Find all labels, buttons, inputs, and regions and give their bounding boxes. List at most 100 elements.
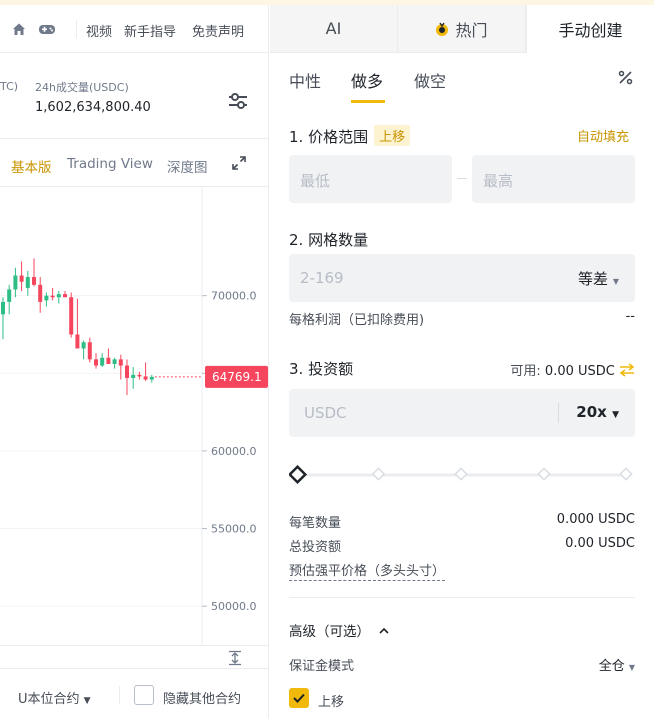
- candle-body: [118, 359, 123, 366]
- leverage-select[interactable]: 20x ▼: [576, 403, 619, 421]
- investment-title: 3. 投资额: [289, 360, 354, 378]
- market-stats: TC) 24h成交量(USDC) 1,602,634,800.40: [0, 53, 269, 139]
- total-investment-value: 0.00 USDC: [565, 536, 635, 551]
- leverage-separator: [558, 403, 559, 423]
- candle-body: [44, 295, 49, 301]
- view-depth[interactable]: 深度图: [167, 156, 208, 176]
- chart-view-tabs: 基本版 Trading View 深度图: [0, 139, 269, 187]
- caret-down-icon: ▼: [612, 410, 619, 420]
- price-tick-label: 55000.0: [211, 523, 257, 536]
- price-range-title: 1. 价格范围 上移: [289, 125, 411, 147]
- advanced-title: 高级（可选）: [289, 624, 370, 640]
- slider-step-100[interactable]: [619, 467, 633, 481]
- tab-hot-label: 热门: [455, 20, 488, 40]
- advanced-toggle[interactable]: 高级（可选）: [289, 620, 390, 640]
- candle-body: [1, 301, 5, 315]
- mode-neutral[interactable]: 中性: [289, 68, 321, 92]
- candle-body: [38, 284, 43, 302]
- candle-body: [143, 376, 148, 380]
- slider-handle[interactable]: [289, 465, 308, 485]
- grid-bot-panel: AI 热门 手动创建 中性 做多 做空 1. 价格范围 上移 自动填充 最低 最高…: [270, 5, 654, 718]
- hide-others-checkbox[interactable]: [134, 685, 154, 705]
- mode-short[interactable]: 做空: [414, 68, 446, 92]
- grid-count-placeholder: 2-169: [300, 269, 344, 287]
- bottom-bar: U本位合约 ▼ 隐藏其他合约: [0, 669, 269, 718]
- stat-label-fragment: TC): [0, 80, 19, 93]
- candle-body: [81, 342, 86, 349]
- candle-body: [63, 294, 67, 298]
- expand-icon[interactable]: [232, 156, 246, 170]
- candle-body: [106, 357, 111, 364]
- margin-mode-label: 保证金模式: [289, 659, 355, 674]
- candle-body: [7, 289, 12, 302]
- slider-step-25[interactable]: [371, 467, 386, 481]
- percent-icon[interactable]: [617, 69, 634, 86]
- price-max-input[interactable]: 最高: [472, 155, 635, 203]
- candle-body: [112, 359, 117, 364]
- current-price-label: 64769.1: [212, 370, 262, 384]
- price-min-input[interactable]: 最低: [289, 155, 452, 203]
- nav-video[interactable]: 视频: [86, 21, 112, 40]
- profit-per-grid-value: --: [625, 309, 635, 324]
- left-panel: 视频 新手指导 免责声明 TC) 24h成交量(USDC) 1,602,634,…: [0, 5, 269, 718]
- candlestick-chart[interactable]: 70000.065000.060000.055000.050000.064769…: [0, 187, 269, 645]
- tab-manual[interactable]: 手动创建: [526, 5, 654, 53]
- tab-hot[interactable]: 热门: [398, 5, 526, 53]
- hide-others-label: 隐藏其他合约: [163, 692, 242, 707]
- chevron-up-icon: [379, 627, 389, 634]
- margin-mode-select[interactable]: 全仓 ▼: [599, 655, 635, 674]
- investment-placeholder: USDC: [304, 404, 347, 422]
- candle-body: [69, 297, 74, 335]
- grid-count-title: 2. 网格数量: [289, 231, 369, 249]
- strategy-tabs: AI 热门 手动创建: [270, 5, 654, 53]
- caret-down-icon: ▼: [628, 663, 635, 672]
- investment-slider[interactable]: [289, 465, 635, 485]
- investment-input[interactable]: USDC 20x ▼: [289, 389, 635, 437]
- candle-body: [19, 275, 24, 282]
- candle-body: [75, 334, 80, 349]
- available-label: 可用:: [510, 364, 541, 379]
- profit-per-grid-label: 每格利润（已扣除费用): [289, 313, 425, 328]
- grid-mode-select[interactable]: 等差 ▼: [578, 268, 619, 289]
- grid-count-input[interactable]: 2-169 等差 ▼: [289, 254, 635, 302]
- contract-type-select[interactable]: U本位合约 ▼: [18, 688, 91, 707]
- active-mode-indicator: [351, 100, 385, 103]
- hot-badge-icon: [436, 22, 449, 36]
- home-icon[interactable]: [11, 21, 27, 37]
- caret-down-icon: ▼: [612, 277, 619, 286]
- candle-body: [149, 376, 154, 380]
- qty-per-order-value: 0.000 USDC: [556, 512, 635, 527]
- mode-long[interactable]: 做多: [351, 68, 383, 92]
- price-tick-label: 50000.0: [211, 600, 257, 613]
- autofill-link[interactable]: 自动填充: [577, 126, 629, 145]
- price-chart[interactable]: 70000.065000.060000.055000.050000.064769…: [0, 187, 269, 645]
- total-investment-label: 总投资额: [289, 540, 342, 555]
- candle-body: [100, 357, 105, 366]
- transfer-icon[interactable]: [619, 363, 635, 377]
- shift-label: 上移: [318, 695, 345, 710]
- margin-mode-value: 全仓: [598, 659, 625, 674]
- gamepad-icon[interactable]: [38, 21, 56, 37]
- shift-checkbox[interactable]: [289, 688, 309, 708]
- slider-step-50[interactable]: [454, 467, 468, 481]
- caret-down-icon: ▼: [83, 696, 91, 706]
- nav-guide[interactable]: 新手指导: [124, 21, 176, 40]
- view-basic[interactable]: 基本版: [11, 156, 52, 176]
- sliders-icon[interactable]: [228, 91, 248, 111]
- contract-type-label: U本位合约: [18, 692, 80, 707]
- view-tradingview[interactable]: Trading View: [67, 156, 153, 172]
- price-range-title-text: 1. 价格范围: [289, 128, 369, 146]
- tab-manual-label: 手动创建: [558, 21, 623, 40]
- candle-body: [125, 365, 129, 378]
- tab-ai[interactable]: AI: [270, 5, 398, 53]
- fit-axis-icon[interactable]: [227, 650, 243, 666]
- slider-step-75[interactable]: [537, 467, 551, 481]
- liquidation-price-label[interactable]: 预估强平价格（多头头寸）: [289, 560, 446, 581]
- nav-disclaimer[interactable]: 免责声明: [192, 21, 244, 40]
- candle-body: [94, 359, 98, 366]
- leverage-value: 20x: [576, 403, 607, 421]
- price-tick-label: 70000.0: [211, 290, 257, 303]
- checkmark-icon: [293, 693, 305, 703]
- price-min-placeholder: 最低: [300, 172, 331, 190]
- candle-body: [137, 374, 142, 377]
